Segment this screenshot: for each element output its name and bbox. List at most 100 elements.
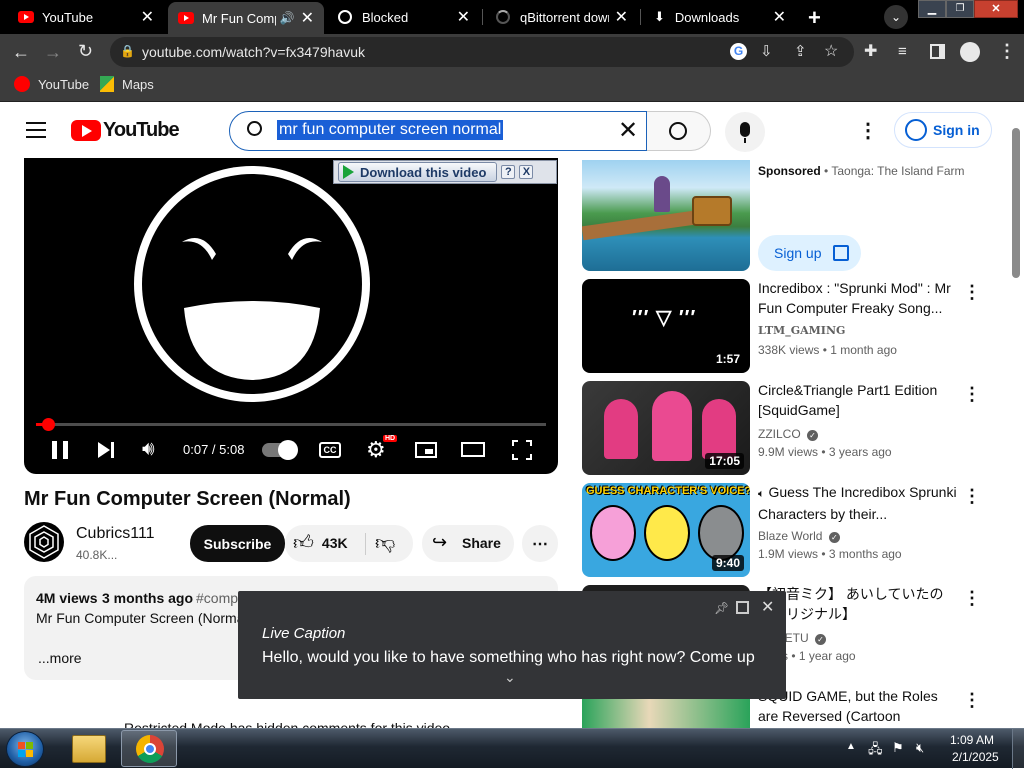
- speaker-icon[interactable]: 🔊: [280, 11, 295, 25]
- voice-search-button[interactable]: [725, 112, 765, 152]
- chrome-taskbar-button[interactable]: [121, 730, 177, 767]
- chevron-down-icon[interactable]: ⌄: [504, 669, 516, 686]
- download-helper-bar: Download this video ? X: [333, 160, 557, 184]
- video-menu-icon[interactable]: ⋮: [962, 690, 982, 711]
- reload-icon[interactable]: ↻: [78, 42, 93, 60]
- channel-name[interactable]: ZZILCO: [758, 427, 801, 441]
- video-thumbnail[interactable]: 17:05: [582, 381, 750, 475]
- new-tab-icon[interactable]: +: [808, 5, 821, 31]
- download-video-button[interactable]: Download this video: [338, 162, 498, 182]
- hamburger-menu-icon[interactable]: [26, 122, 46, 138]
- lock-icon[interactable]: 🔒: [120, 44, 135, 58]
- tab-blocked[interactable]: Blocked ✕: [328, 0, 480, 34]
- show-desktop-button[interactable]: [1012, 729, 1024, 769]
- subscribe-button[interactable]: Subscribe: [190, 525, 285, 562]
- volume-icon[interactable]: 🔊︎: [142, 438, 155, 461]
- close-caption-icon[interactable]: ✕: [761, 597, 774, 617]
- close-helper-button[interactable]: X: [519, 165, 534, 179]
- tab-downloads[interactable]: ⬇ Downloads ✕: [644, 0, 796, 34]
- theater-mode-icon[interactable]: [461, 442, 485, 457]
- video-thumbnail[interactable]: GUESS CHARACTER'S VOICE? 9:40: [582, 483, 750, 577]
- show-hidden-icons[interactable]: ▲: [846, 741, 856, 752]
- profile-icon[interactable]: [960, 42, 980, 62]
- settings-dots-icon[interactable]: ⋮: [858, 118, 878, 143]
- sign-in-button[interactable]: Sign in: [894, 112, 992, 148]
- show-more-link[interactable]: ...more: [38, 650, 82, 666]
- menu-icon[interactable]: ⋮: [998, 42, 1016, 60]
- google-icon[interactable]: G: [730, 43, 747, 60]
- like-button[interactable]: 👍︎ 43K: [293, 531, 348, 555]
- channel-name[interactable]: Cubrics111: [76, 525, 155, 543]
- close-icon[interactable]: ✕: [141, 7, 154, 27]
- start-button[interactable]: [6, 731, 44, 767]
- pause-icon[interactable]: [52, 441, 68, 459]
- window-controls: ▁ ❐ ✕: [918, 0, 1018, 18]
- search-box[interactable]: mr fun computer screen normal ✕: [229, 111, 647, 151]
- sponsored-thumbnail[interactable]: [582, 160, 750, 271]
- search-input[interactable]: mr fun computer screen normal: [277, 120, 504, 140]
- tab-search-icon[interactable]: ⌄: [884, 5, 908, 29]
- channel-name[interactable]: LTM_GAMING: [758, 324, 845, 337]
- close-icon[interactable]: ✕: [773, 7, 786, 27]
- share-page-icon[interactable]: ⇪: [794, 42, 807, 60]
- install-icon[interactable]: ⇩: [760, 42, 773, 60]
- expand-icon[interactable]: [736, 601, 749, 614]
- clear-search-icon[interactable]: ✕: [618, 116, 638, 145]
- more-actions-button[interactable]: ⋯: [522, 525, 558, 562]
- network-icon[interactable]: 🖧︎: [868, 740, 883, 762]
- youtube-logo[interactable]: YouTube: [71, 119, 180, 142]
- channel-avatar[interactable]: [24, 522, 64, 562]
- tab-youtube[interactable]: YouTube ✕: [8, 0, 164, 34]
- video-title[interactable]: Guess The Incredibox Sprunki Characters …: [758, 484, 957, 522]
- video-title-row[interactable]: 🔈︎ Guess The Incredibox Sprunki Characte…: [758, 482, 958, 524]
- bookmark-star-icon[interactable]: ☆: [824, 41, 838, 61]
- url-text[interactable]: youtube.com/watch?v=fx3479havuk: [142, 44, 365, 60]
- video-thumbnail[interactable]: ′′′ ▽ ′′′ 1:57: [582, 279, 750, 373]
- page-scrollbar[interactable]: [1012, 128, 1020, 278]
- bookmark-youtube[interactable]: YouTube: [14, 76, 89, 92]
- captions-button[interactable]: CC: [319, 442, 341, 458]
- media-controls-icon[interactable]: ≡: [898, 43, 907, 61]
- channel-name[interactable]: Blaze World: [758, 529, 822, 543]
- progress-bar[interactable]: [36, 418, 546, 431]
- video-title[interactable]: Incredibox : "Sprunki Mod" : Mr Fun Comp…: [758, 278, 958, 318]
- dislike-button[interactable]: 👎︎: [375, 531, 395, 555]
- close-icon[interactable]: ✕: [615, 7, 628, 27]
- bookmark-maps[interactable]: Maps: [100, 76, 154, 92]
- minimize-icon[interactable]: ▁: [918, 0, 946, 18]
- video-player[interactable]: 🔊︎ 0:07 / 5:08 CC ⚙ HD: [24, 158, 558, 474]
- side-panel-icon[interactable]: [930, 44, 945, 59]
- close-icon[interactable]: ✕: [301, 8, 314, 28]
- search-button[interactable]: [647, 111, 711, 151]
- share-button[interactable]: ↪ Share: [422, 525, 514, 562]
- volume-muted-icon[interactable]: 🔇︎: [916, 740, 924, 756]
- autoplay-toggle[interactable]: [262, 440, 298, 460]
- back-icon[interactable]: ←: [12, 43, 30, 61]
- video-title[interactable]: 【初音ミク】 あいしていたの 【オリジナル】: [758, 584, 958, 624]
- sponsored-signup-button[interactable]: Sign up: [758, 235, 861, 271]
- video-menu-icon[interactable]: ⋮: [962, 384, 982, 405]
- maximize-icon[interactable]: ❐: [946, 0, 974, 18]
- treasure-chest-illustration: [692, 196, 732, 226]
- file-explorer-icon[interactable]: [72, 735, 106, 763]
- next-icon[interactable]: [98, 441, 116, 459]
- miniplayer-icon[interactable]: [415, 442, 437, 458]
- close-icon[interactable]: ✕: [457, 7, 470, 27]
- close-window-icon[interactable]: ✕: [974, 0, 1018, 18]
- fullscreen-icon[interactable]: [512, 440, 532, 460]
- video-menu-icon[interactable]: ⋮: [962, 486, 982, 507]
- tab-mr-fun[interactable]: Mr Fun Computer Screen (Normal) 🔊 ✕: [168, 2, 324, 34]
- help-button[interactable]: ?: [501, 165, 516, 179]
- forward-icon[interactable]: →: [44, 43, 62, 61]
- tab-qbittorrent[interactable]: qBittorrent download ✕: [486, 0, 638, 34]
- action-center-flag-icon[interactable]: ⚑: [892, 740, 904, 756]
- video-menu-icon[interactable]: ⋮: [962, 588, 982, 609]
- extensions-icon[interactable]: ✚: [864, 43, 877, 61]
- clock-time[interactable]: 1:09 AM: [950, 733, 994, 747]
- video-menu-icon[interactable]: ⋮: [962, 282, 982, 303]
- pin-icon[interactable]: 📌︎: [714, 601, 729, 615]
- address-bar[interactable]: 🔒 youtube.com/watch?v=fx3479havuk G ⇩ ⇪ …: [110, 37, 854, 67]
- video-title[interactable]: Circle&Triangle Part1 Edition [SquidGame…: [758, 380, 958, 420]
- progress-scrubber[interactable]: [41, 418, 55, 431]
- clock-date[interactable]: 2/1/2025: [952, 750, 999, 764]
